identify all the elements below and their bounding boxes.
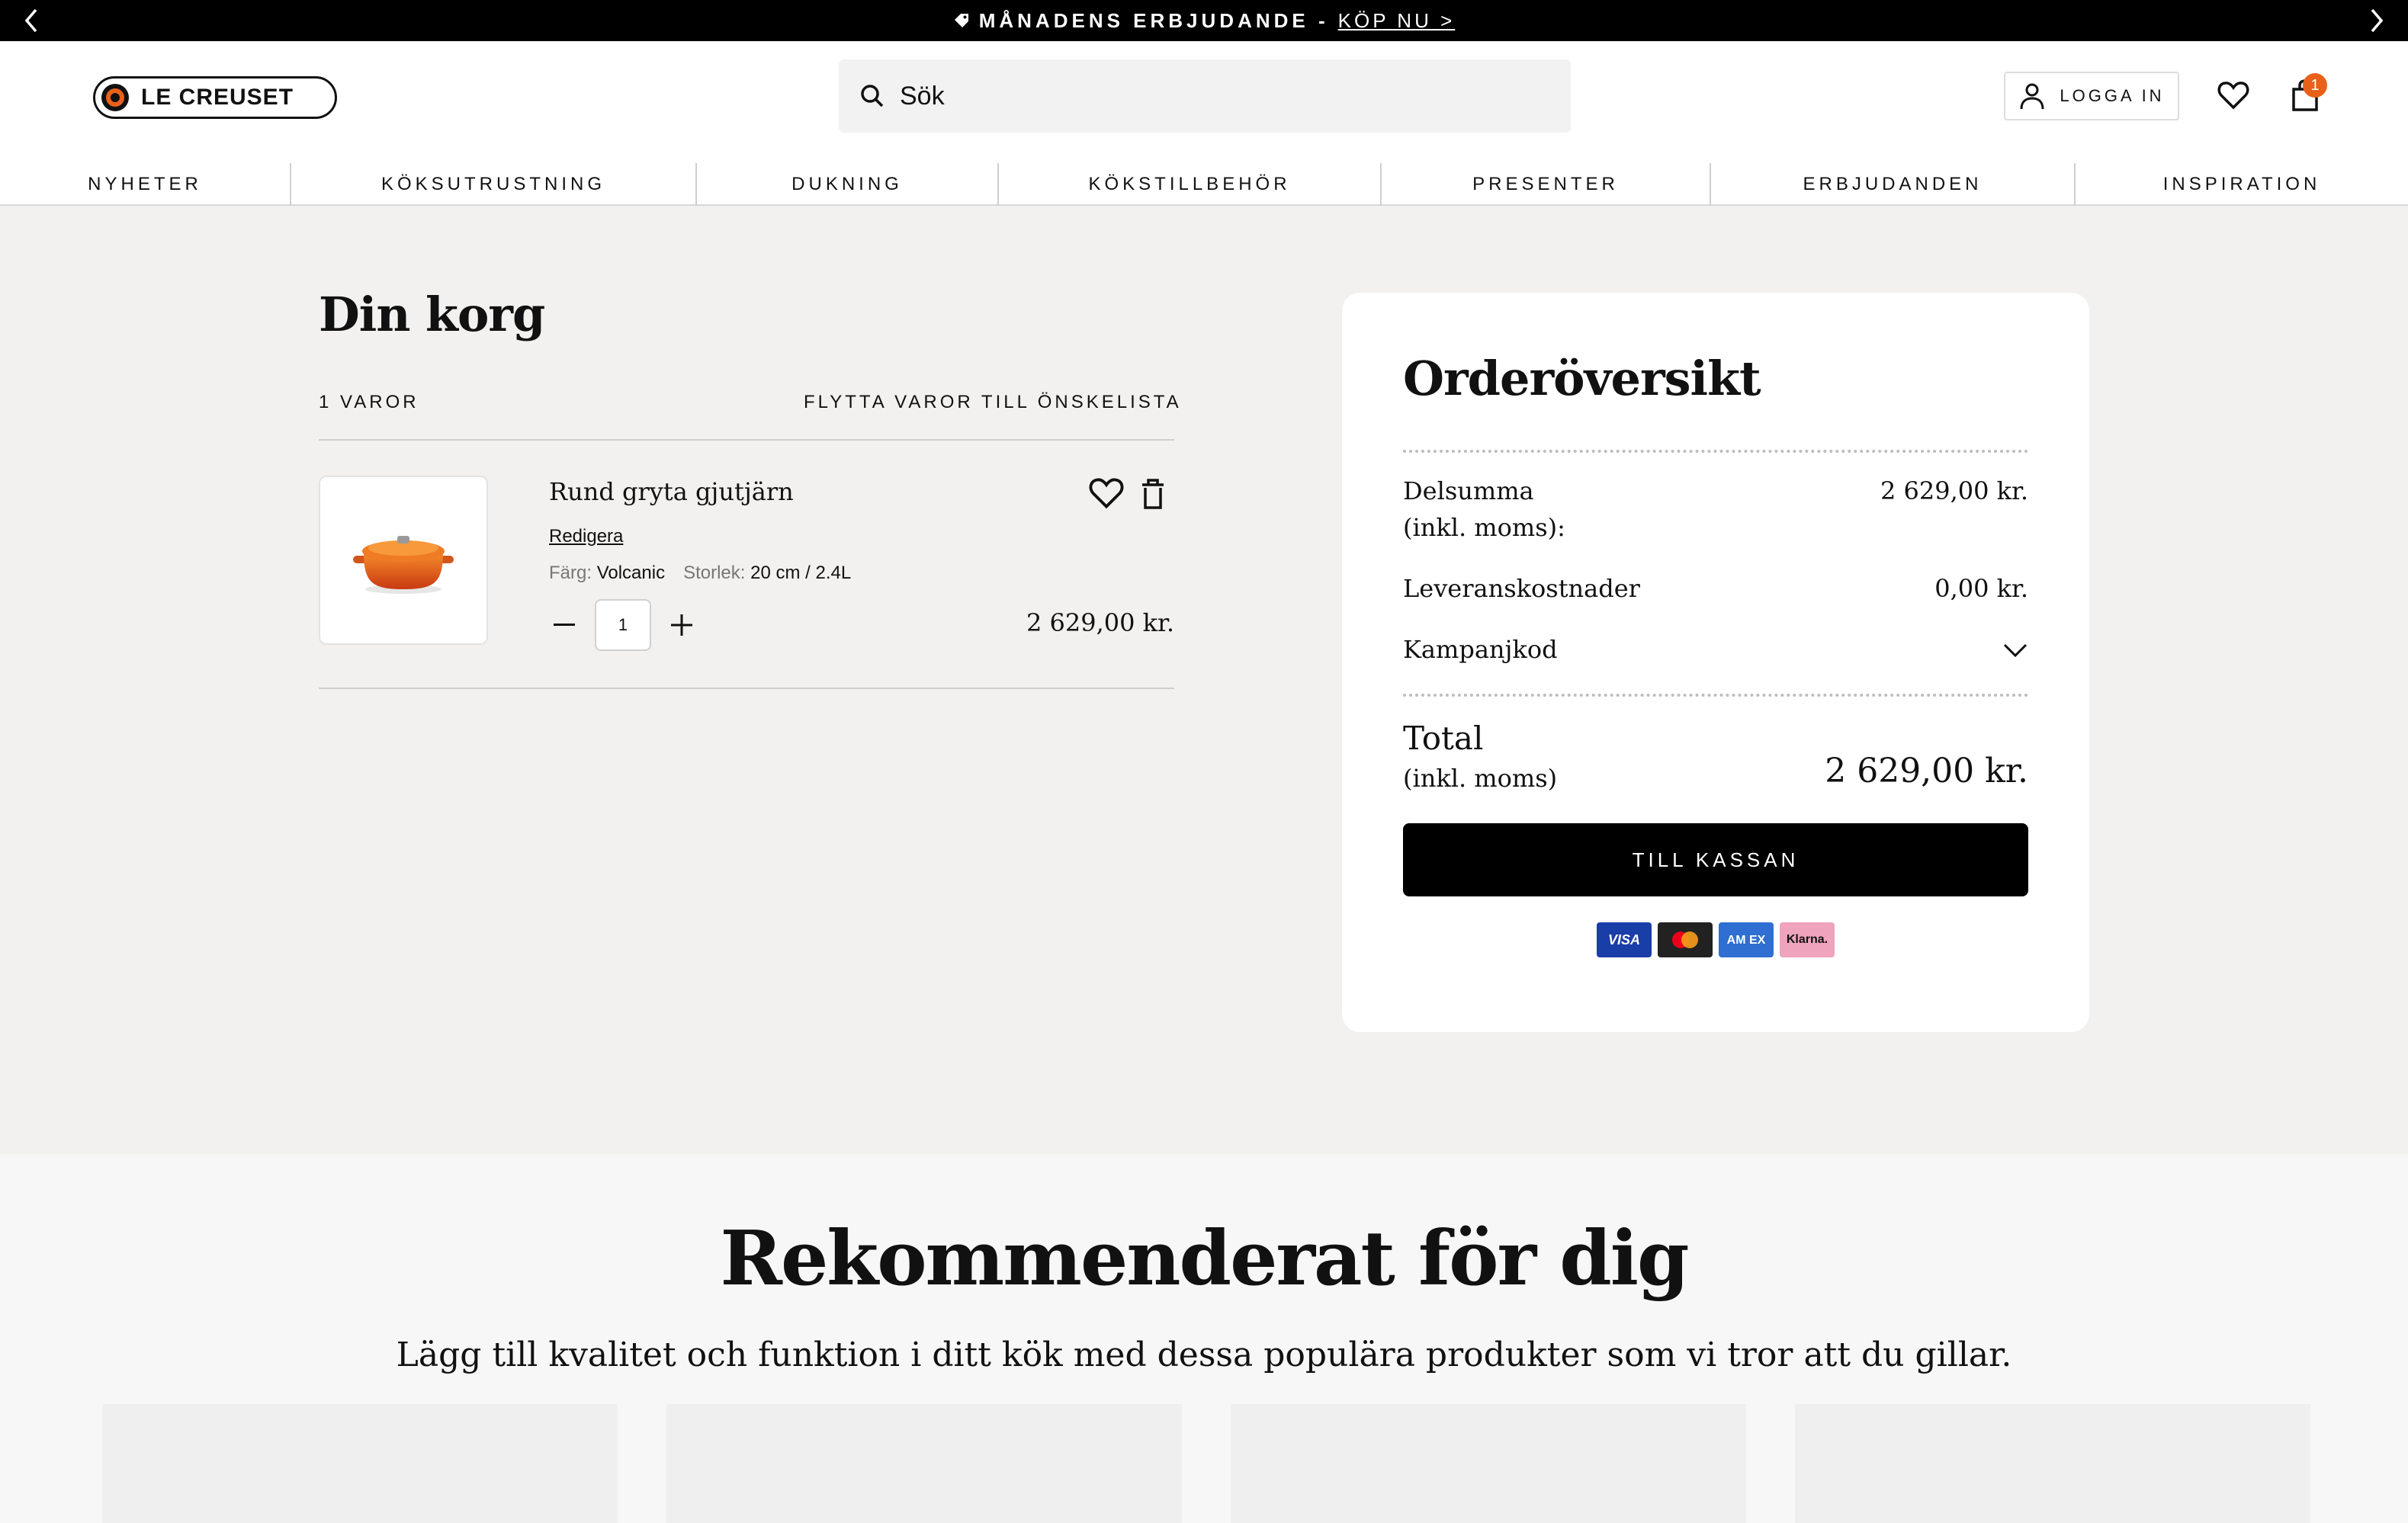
promo-text: MÅNADENS ERBJUDANDE - (978, 8, 1329, 32)
summary-divider (1403, 450, 2028, 453)
color-key: Färg: (549, 563, 592, 583)
plus-icon (671, 614, 692, 636)
product-image[interactable] (319, 476, 488, 645)
amex-icon: AM EX (1719, 922, 1774, 957)
recommended-section: Rekommenderat för dig Lägg till kvalitet… (0, 1154, 2408, 1523)
site-header: LE CREUSET LOGGA IN 1 NYHETER KÖKSUTRUST… (0, 41, 2408, 206)
chevron-down-icon (2003, 643, 2028, 658)
minus-icon (554, 624, 575, 626)
cast-iron-pot-image (353, 536, 454, 594)
product-name[interactable]: Rund gryta gjutjärn (549, 477, 794, 506)
total-vat-label: (inkl. moms) (1403, 764, 1558, 793)
remove-item-button[interactable] (1138, 477, 1174, 514)
nav-item-inspiration[interactable]: INSPIRATION (2076, 163, 2408, 206)
nav-item-dukning[interactable]: DUKNING (697, 163, 999, 206)
subtotal-value: 2 629,00 kr. (1880, 476, 2028, 505)
tag-icon (954, 14, 968, 27)
product-attributes: Färg: Volcanic Storlek: 20 cm / 2.4L (549, 563, 851, 584)
payment-methods: VISA AM EX Klarna. (1597, 922, 1835, 957)
chevron-right-icon (2371, 8, 2384, 33)
decrease-quantity-button[interactable] (549, 610, 580, 640)
cart-divider-bottom (319, 688, 1174, 689)
promo-prev-button[interactable] (15, 5, 47, 37)
login-button[interactable]: LOGGA IN (2004, 72, 2179, 120)
search-icon (861, 85, 884, 107)
logo[interactable]: LE CREUSET (93, 76, 337, 119)
chevron-left-icon (24, 8, 37, 33)
cart-item-count: 1 VAROR (319, 392, 419, 412)
move-to-wishlist-link[interactable]: FLYTTA VAROR TILL ÖNSKELISTA (804, 392, 1182, 413)
visa-icon: VISA (1597, 922, 1652, 957)
search-input[interactable] (900, 81, 1510, 111)
cart-count-badge: 1 (2303, 73, 2327, 98)
subtotal-row: Delsumma (inkl. moms): 2 629,00 kr. (1403, 473, 2028, 546)
nav-item-koksutrustning[interactable]: KÖKSUTRUSTNING (291, 163, 697, 206)
logo-text: LE CREUSET (141, 85, 294, 110)
search-bar[interactable] (839, 59, 1571, 133)
recommended-product-card[interactable] (666, 1404, 1182, 1523)
cart-divider-top (319, 439, 1174, 441)
nav-item-erbjudanden[interactable]: ERBJUDANDEN (1711, 163, 2076, 206)
nav-item-presenter[interactable]: PRESENTER (1382, 163, 1711, 206)
edit-link[interactable]: Redigera (549, 526, 623, 547)
recommended-product-card[interactable] (1231, 1404, 1746, 1523)
shipping-row: Leveranskostnader 0,00 kr. (1403, 570, 2028, 607)
total-label: Total (1403, 720, 1484, 757)
promo-message[interactable]: MÅNADENS ERBJUDANDE - KÖP NU > (953, 9, 1456, 33)
quantity-field[interactable]: 1 (595, 599, 651, 651)
checkout-button[interactable]: TILL KASSAN (1403, 823, 2028, 896)
trash-icon (1142, 479, 1164, 509)
order-summary-panel: Orderöversikt Delsumma (inkl. moms): 2 6… (1342, 293, 2089, 1032)
promo-cta-link[interactable]: KÖP NU > (1338, 9, 1456, 33)
heart-icon (2217, 82, 2249, 110)
color-value: Volcanic (596, 563, 666, 583)
recommended-product-card[interactable] (1795, 1404, 2310, 1523)
user-icon (2020, 83, 2044, 110)
promo-bar: MÅNADENS ERBJUDANDE - KÖP NU > (0, 0, 2408, 41)
mastercard-icon (1658, 922, 1713, 957)
main-nav: NYHETER KÖKSUTRUSTNING DUKNING KÖKSTILLB… (0, 163, 2408, 206)
summary-divider-2 (1403, 694, 2028, 697)
logo-mark-icon (101, 84, 129, 111)
size-value: 20 cm / 2.4L (750, 563, 852, 583)
product-price: 2 629,00 kr. (1026, 608, 1174, 637)
shipping-label: Leveranskostnader (1403, 574, 1640, 603)
total-value: 2 629,00 kr. (1825, 752, 2028, 790)
subtotal-label: Delsumma (1403, 476, 1534, 505)
heart-icon (1089, 478, 1124, 509)
promo-next-button[interactable] (2361, 5, 2393, 37)
recommended-heading: Rekommenderat för dig (720, 1215, 1690, 1303)
recommended-subheading: Lägg till kvalitet och funktion i ditt k… (396, 1335, 2012, 1374)
shipping-value: 0,00 kr. (1934, 574, 2028, 603)
size-key: Storlek: (683, 563, 746, 583)
subtotal-label-vat: (inkl. moms): (1403, 513, 1565, 542)
wishlist-button[interactable] (2214, 76, 2252, 114)
nav-item-nyheter[interactable]: NYHETER (0, 163, 291, 206)
nav-item-kokstillbehor[interactable]: KÖKSTILLBEHÖR (999, 163, 1382, 206)
order-summary-title: Orderöversikt (1403, 351, 1761, 406)
login-label: LOGGA IN (2060, 86, 2165, 105)
promo-code-label: Kampanjkod (1403, 635, 1558, 664)
klarna-icon: Klarna. (1780, 922, 1835, 957)
quantity-stepper: 1 (549, 599, 697, 651)
increase-quantity-button[interactable] (666, 610, 697, 640)
add-to-wishlist-button[interactable] (1089, 477, 1125, 514)
recommended-product-card[interactable] (102, 1404, 618, 1523)
cart-title: Din korg (319, 287, 545, 342)
promo-code-toggle[interactable]: Kampanjkod (1403, 631, 2028, 668)
